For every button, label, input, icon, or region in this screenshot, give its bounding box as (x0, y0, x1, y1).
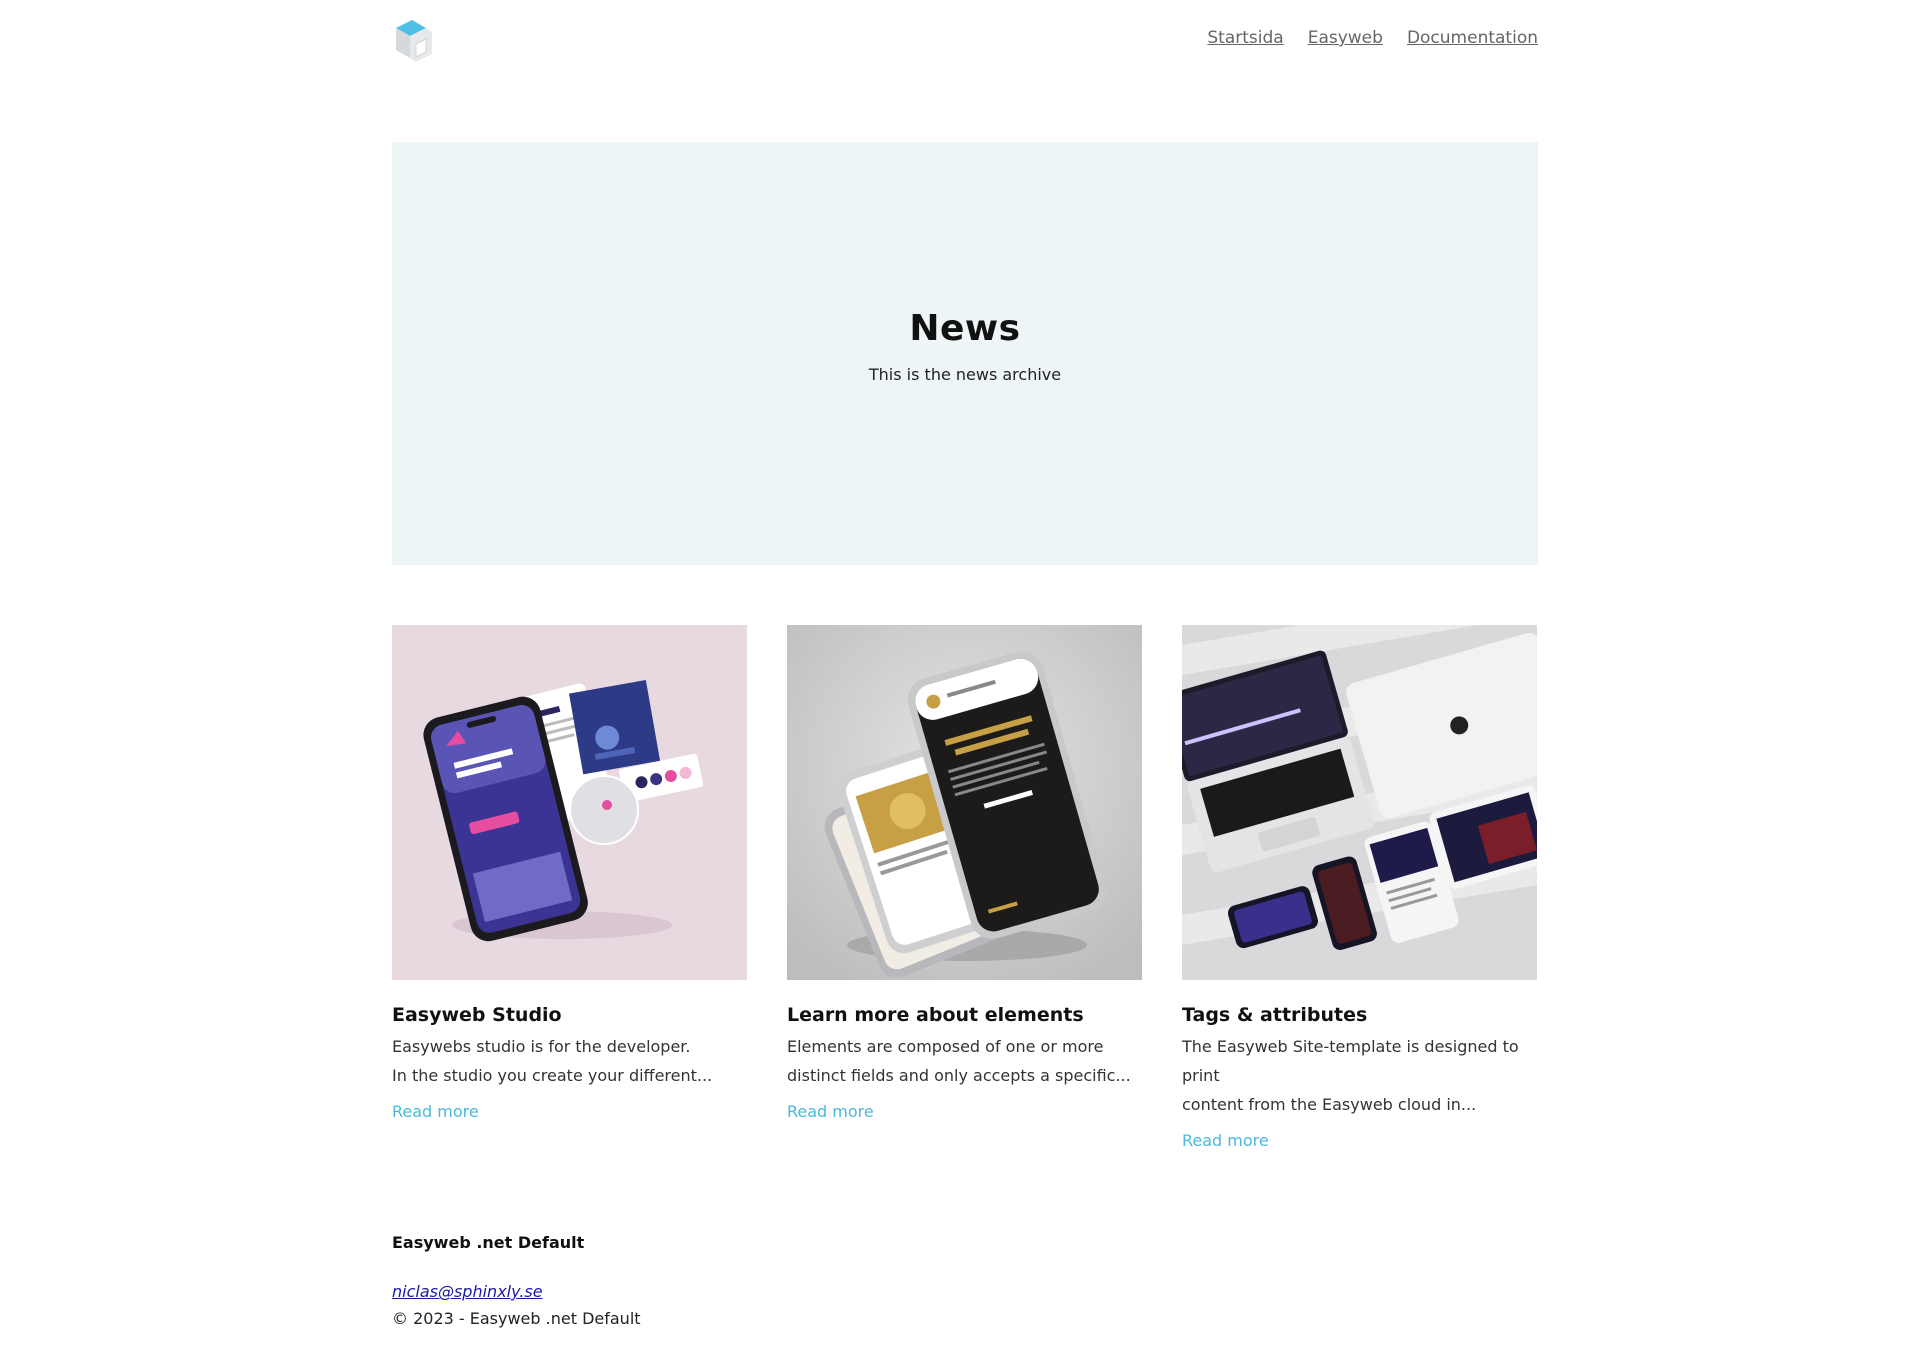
excerpt-line: Easywebs studio is for the developer. (392, 1037, 691, 1056)
footer-site-name: Easyweb .net Default (392, 1233, 585, 1252)
read-more-link[interactable]: Read more (392, 1102, 479, 1121)
excerpt-line: Elements are composed of one or more (787, 1037, 1104, 1056)
stacked-phones-image[interactable] (787, 625, 1142, 980)
cube-logo-icon[interactable] (392, 18, 434, 64)
hero-banner: News This is the news archive (392, 142, 1538, 565)
excerpt-line: In the studio you create your different.… (392, 1066, 713, 1085)
site-header: Startsida Easyweb Documentation (392, 18, 1538, 66)
news-card-excerpt: Elements are composed of one or more dis… (787, 1032, 1142, 1090)
footer-copyright: © 2023 - Easyweb .net Default (392, 1309, 641, 1328)
news-card-excerpt: Easywebs studio is for the developer. In… (392, 1032, 747, 1090)
read-more-link[interactable]: Read more (787, 1102, 874, 1121)
news-card-title[interactable]: Learn more about elements (787, 1004, 1142, 1026)
phone-mockup-image[interactable] (392, 625, 747, 980)
news-card-title[interactable]: Tags & attributes (1182, 1004, 1537, 1026)
nav-link-documentation[interactable]: Documentation (1407, 28, 1538, 48)
page-title: News (909, 307, 1021, 349)
nav-link-startsida[interactable]: Startsida (1207, 28, 1283, 48)
news-card-title[interactable]: Easyweb Studio (392, 1004, 747, 1026)
site-footer: Easyweb .net Default niclas@sphinxly.se … (392, 1233, 1538, 1328)
news-card-easyweb-studio: Easyweb Studio Easywebs studio is for th… (392, 625, 747, 1150)
excerpt-line: distinct fields and only accepts a speci… (787, 1066, 1131, 1085)
news-list: Easyweb Studio Easywebs studio is for th… (392, 625, 1538, 1150)
page-subtitle: This is the news archive (868, 364, 1062, 384)
main-nav: Startsida Easyweb Documentation (1207, 28, 1538, 48)
news-card-tags: Tags & attributes The Easyweb Site-templ… (1182, 625, 1537, 1150)
nav-link-easyweb[interactable]: Easyweb (1308, 28, 1383, 48)
news-card-elements: Learn more about elements Elements are c… (787, 625, 1142, 1150)
footer-email-link[interactable]: niclas@sphinxly.se (392, 1282, 543, 1301)
news-card-excerpt: The Easyweb Site-template is designed to… (1182, 1032, 1537, 1119)
excerpt-line: content from the Easyweb cloud in... (1182, 1095, 1477, 1114)
read-more-link[interactable]: Read more (1182, 1131, 1269, 1150)
laptop-devices-image[interactable] (1182, 625, 1537, 980)
excerpt-line: The Easyweb Site-template is designed to… (1182, 1037, 1519, 1085)
